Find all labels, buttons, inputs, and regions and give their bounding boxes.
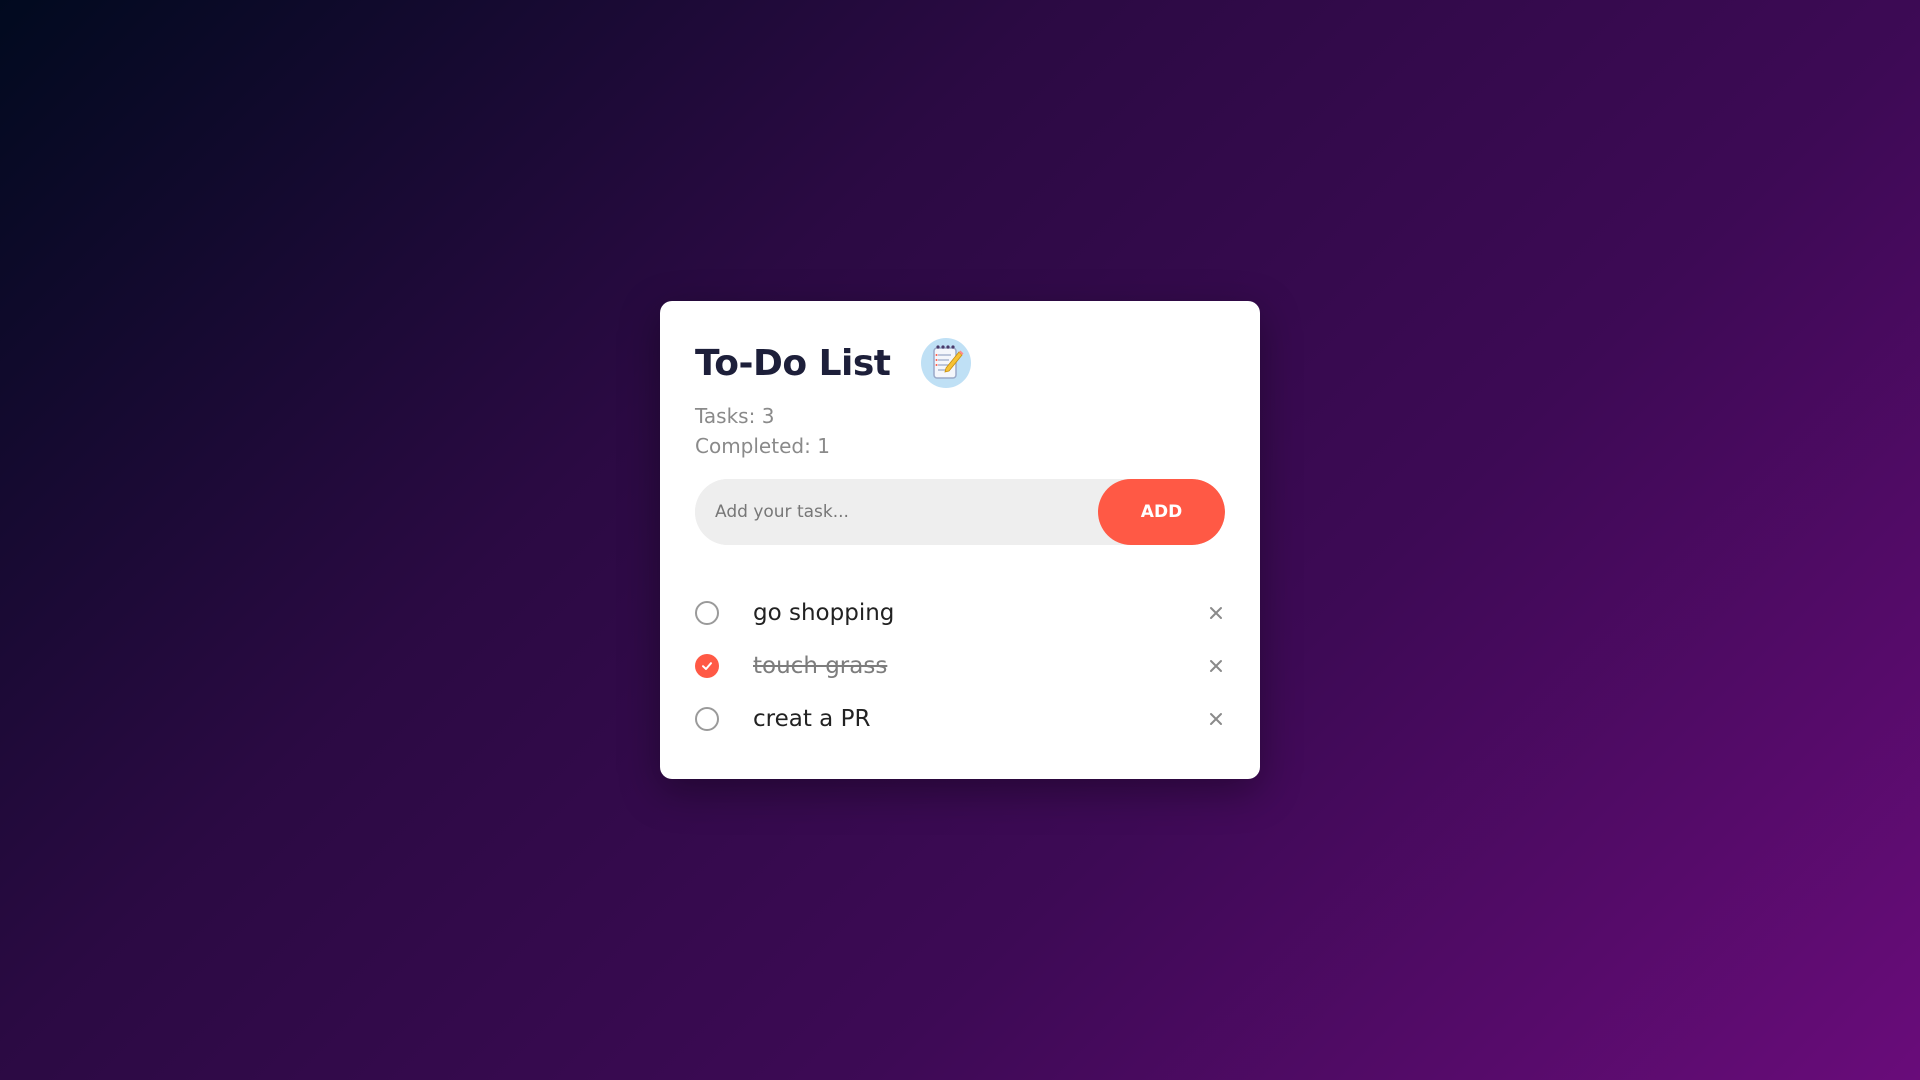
empty-circle-icon[interactable] bbox=[695, 706, 719, 731]
task-text[interactable]: touch grass bbox=[753, 653, 887, 679]
close-icon[interactable] bbox=[1207, 604, 1225, 622]
list-item: creat a PR bbox=[695, 692, 1225, 745]
list-item: touch grass bbox=[695, 639, 1225, 692]
list-item: go shopping bbox=[695, 586, 1225, 639]
add-task-form: ADD bbox=[695, 479, 1225, 545]
task-count: Tasks: 3 bbox=[695, 401, 830, 431]
todo-card: To-Do List Tasks: 3 Completed: 1 Add you… bbox=[660, 301, 1260, 779]
completed-count: Completed: 1 bbox=[695, 431, 830, 461]
close-icon[interactable] bbox=[1207, 710, 1225, 728]
page-title: To-Do List bbox=[695, 342, 891, 384]
tasks-count-value: 3 bbox=[761, 404, 775, 428]
task-input[interactable] bbox=[695, 479, 1098, 545]
close-icon[interactable] bbox=[1207, 657, 1225, 675]
task-list: go shopping touch grass creat a PR bbox=[695, 586, 1225, 745]
add-button[interactable]: ADD bbox=[1098, 479, 1225, 545]
header: To-Do List bbox=[695, 337, 971, 389]
notepad-checklist-icon bbox=[920, 338, 971, 388]
task-text[interactable]: go shopping bbox=[753, 600, 894, 626]
completed-label: Completed: bbox=[695, 434, 811, 458]
task-stats: Tasks: 3 Completed: 1 bbox=[695, 401, 830, 461]
check-circle-icon[interactable] bbox=[695, 653, 719, 678]
task-text[interactable]: creat a PR bbox=[753, 706, 870, 732]
tasks-label: Tasks: bbox=[695, 404, 756, 428]
empty-circle-icon[interactable] bbox=[695, 600, 719, 625]
completed-count-value: 1 bbox=[817, 434, 830, 458]
